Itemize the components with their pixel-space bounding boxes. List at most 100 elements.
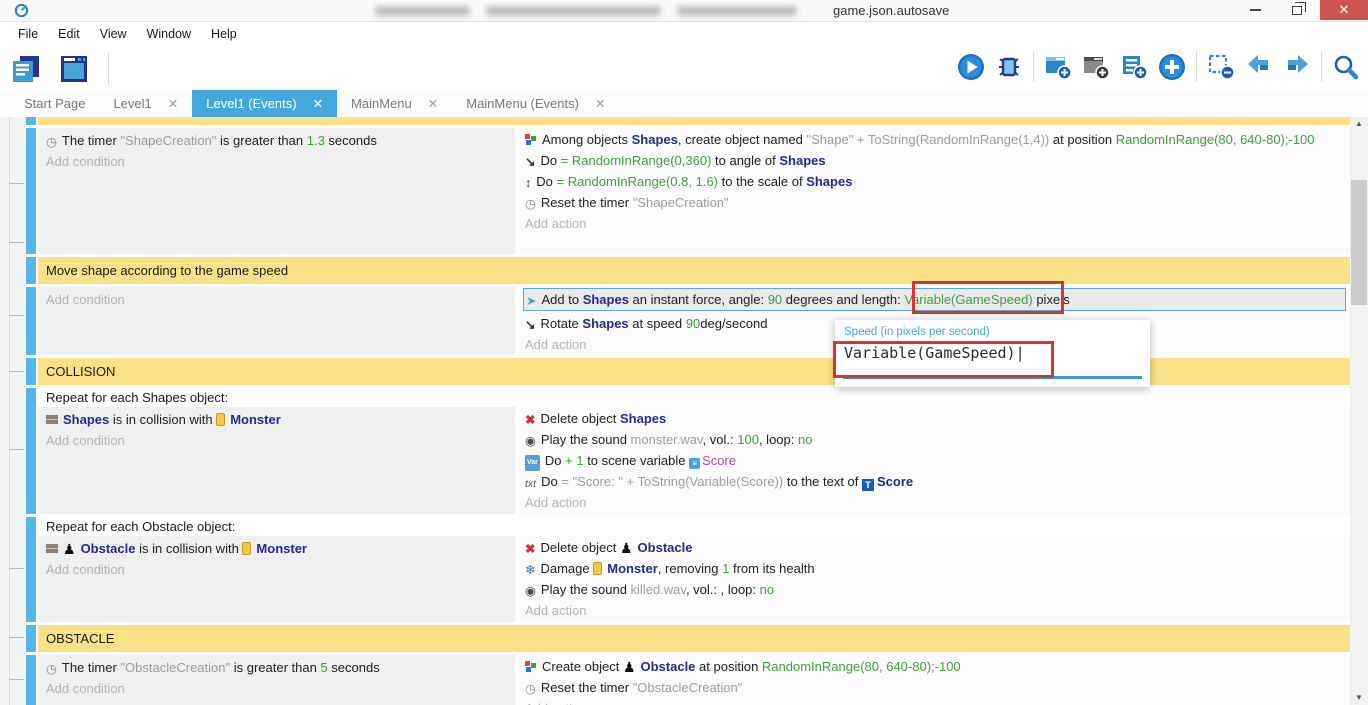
redo-icon[interactable] <box>1279 48 1315 86</box>
undo-icon[interactable] <box>1241 48 1277 86</box>
actions-column: Among objects Shapes, create object name… <box>519 128 1350 254</box>
event-selection-bar[interactable] <box>26 128 36 254</box>
action-row[interactable]: ◉Play the sound killed.wav, vol.: , loop… <box>525 579 1346 600</box>
action-row[interactable]: ↕Do = RandomInRange(0.8, 1.6) to the sca… <box>525 171 1346 192</box>
add-condition-row[interactable]: Add condition <box>46 678 509 699</box>
play-icon[interactable] <box>953 48 989 86</box>
tab-mainmenu-events-[interactable]: MainMenu (Events) ✕ <box>452 90 619 117</box>
comment-row[interactable]: COLLISION <box>38 358 1350 385</box>
conditions-column: ◷The timer "ShapeCreation" is greater th… <box>38 128 515 254</box>
title-bar: game.json.autosave ✕ <box>0 0 1368 22</box>
add-action-row[interactable]: Add action <box>525 698 1346 705</box>
add-circle-icon[interactable] <box>1154 48 1190 86</box>
event-selection-bar[interactable] <box>26 655 36 705</box>
delete-selection-icon[interactable] <box>1203 48 1239 86</box>
action-row[interactable]: ◷Reset the timer "ShapeCreation" <box>525 192 1346 213</box>
action-row[interactable]: ✖Delete object ♟Obstacle <box>525 537 1346 558</box>
action-row[interactable]: Create object ♟Obstacle at position Rand… <box>525 656 1346 677</box>
tab-start-page[interactable]: Start Page <box>10 90 99 117</box>
text-segment: Delete object <box>540 540 620 555</box>
menu-file[interactable]: File <box>8 23 48 44</box>
add-action-row[interactable]: Add action <box>525 492 1346 513</box>
text-segment: Do <box>545 453 565 468</box>
project-manager-icon[interactable] <box>8 50 44 88</box>
rotate-icon: ↘ <box>525 319 535 331</box>
action-row[interactable]: ◷Reset the timer "ObstacleCreation" <box>525 677 1346 698</box>
tab-mainmenu[interactable]: MainMenu✕ <box>337 90 452 117</box>
add-comment-icon[interactable] <box>1116 48 1152 86</box>
event-repeat-header[interactable]: Repeat for each Obstacle object: <box>38 517 1350 536</box>
event-selection-bar[interactable] <box>26 625 36 652</box>
scrollbar-thumb[interactable] <box>1351 180 1367 305</box>
action-row[interactable]: ↘Do = RandomInRange(0,360) to angle of S… <box>525 150 1346 171</box>
condition-row[interactable]: ◷The timer "ObstacleCreation" is greater… <box>46 657 509 678</box>
add-action-row[interactable]: Add action <box>525 600 1346 621</box>
action-row[interactable]: txtDo = "Score: " + ToString(Variable(Sc… <box>525 471 1346 492</box>
event-selection-bar[interactable] <box>26 117 36 125</box>
condition-row[interactable]: ♟Obstacle is in collision with Monster <box>46 538 509 559</box>
action-row[interactable]: ◉Play the sound monster.wav, vol.: 100, … <box>525 429 1346 450</box>
tab-bar: Start PageLevel1✕Level1 (Events)✕MainMen… <box>0 90 1368 117</box>
menu-view[interactable]: View <box>90 23 137 44</box>
action-row[interactable]: Among objects Shapes, create object name… <box>525 129 1346 150</box>
add-subevent-icon[interactable] <box>1078 48 1114 86</box>
restore-button[interactable] <box>1280 0 1314 20</box>
add-condition-row[interactable]: Add condition <box>46 289 509 310</box>
tab-close-icon[interactable]: ✕ <box>595 96 605 111</box>
event-block[interactable]: Add condition➤Add to Shapes an instant f… <box>38 287 1350 355</box>
event-selection-bar[interactable] <box>26 388 36 514</box>
add-condition-row[interactable]: Add condition <box>46 430 509 451</box>
fold-tick[interactable] <box>9 637 24 638</box>
action-row[interactable]: VarDo + 1 to scene variable ≡Score <box>525 450 1346 471</box>
brick-icon <box>46 544 58 553</box>
add-event-icon[interactable] <box>1040 48 1076 86</box>
menu-edit[interactable]: Edit <box>48 23 90 44</box>
comment-row[interactable]: OBSTACLE <box>38 625 1350 652</box>
event-selection-bar[interactable] <box>26 257 36 284</box>
tab-label: MainMenu (Events) <box>466 96 579 111</box>
fold-tick[interactable] <box>9 242 24 243</box>
action-row[interactable]: ❄Damage Monster, removing 1 from its hea… <box>525 558 1346 579</box>
event-block[interactable]: ◷The timer "ObstacleCreation" is greater… <box>38 655 1350 705</box>
close-button[interactable]: ✕ <box>1320 0 1368 20</box>
event-block[interactable]: Repeat for each Shapes object: Shapes is … <box>38 388 1350 514</box>
tab-close-icon[interactable]: ✕ <box>168 96 178 111</box>
fold-tick[interactable] <box>9 568 24 569</box>
fold-tick[interactable] <box>9 679 24 680</box>
scene-editor-icon[interactable] <box>56 50 92 88</box>
menu-window[interactable]: Window <box>137 23 201 44</box>
event-selection-bar[interactable] <box>26 517 36 622</box>
event-repeat-header[interactable]: Repeat for each Shapes object: <box>38 388 1350 407</box>
fold-tick[interactable] <box>9 449 24 450</box>
condition-row[interactable]: Shapes is in collision with Monster <box>46 409 509 430</box>
event-selection-bar[interactable] <box>26 358 36 385</box>
fold-tick[interactable] <box>9 315 24 316</box>
condition-row[interactable]: ◷The timer "ShapeCreation" is greater th… <box>46 130 509 151</box>
menu-help[interactable]: Help <box>201 23 247 44</box>
window-title: game.json.autosave <box>833 3 949 18</box>
text-segment: , vol.: , loop: <box>686 582 760 597</box>
actions-column: Create object ♟Obstacle at position Rand… <box>519 655 1350 705</box>
action-row[interactable]: ✖Delete object Shapes <box>525 408 1346 429</box>
minimize-button[interactable] <box>1238 0 1272 20</box>
event-block[interactable]: ◷The timer "ShapeCreation" is greater th… <box>38 128 1350 254</box>
tab-level1-events-[interactable]: Level1 (Events)✕ <box>192 90 337 117</box>
scroll-down-icon[interactable]: ▼ <box>1350 691 1368 705</box>
fold-tick[interactable] <box>9 371 24 372</box>
add-condition-row[interactable]: Add condition <box>46 151 509 172</box>
text-segment: The timer <box>62 660 121 675</box>
comment-row[interactable]: Move shape according to the game speed <box>38 257 1350 284</box>
vertical-scrollbar[interactable]: ▲ ▼ <box>1350 117 1368 705</box>
event-block[interactable]: Repeat for each Obstacle object: ♟Obstacl… <box>38 517 1350 622</box>
tab-close-icon[interactable]: ✕ <box>313 96 323 111</box>
event-selection-bar[interactable] <box>26 287 36 355</box>
scroll-up-icon[interactable]: ▲ <box>1350 117 1368 131</box>
add-condition-row[interactable]: Add condition <box>46 559 509 580</box>
debug-icon[interactable] <box>991 48 1027 86</box>
fold-tick[interactable] <box>9 183 24 184</box>
search-icon[interactable] <box>1328 48 1364 86</box>
tab-level1[interactable]: Level1✕ <box>99 90 192 117</box>
comment-row-partial[interactable] <box>38 117 1350 125</box>
tab-close-icon[interactable]: ✕ <box>428 96 438 111</box>
add-action-row[interactable]: Add action <box>525 213 1346 234</box>
